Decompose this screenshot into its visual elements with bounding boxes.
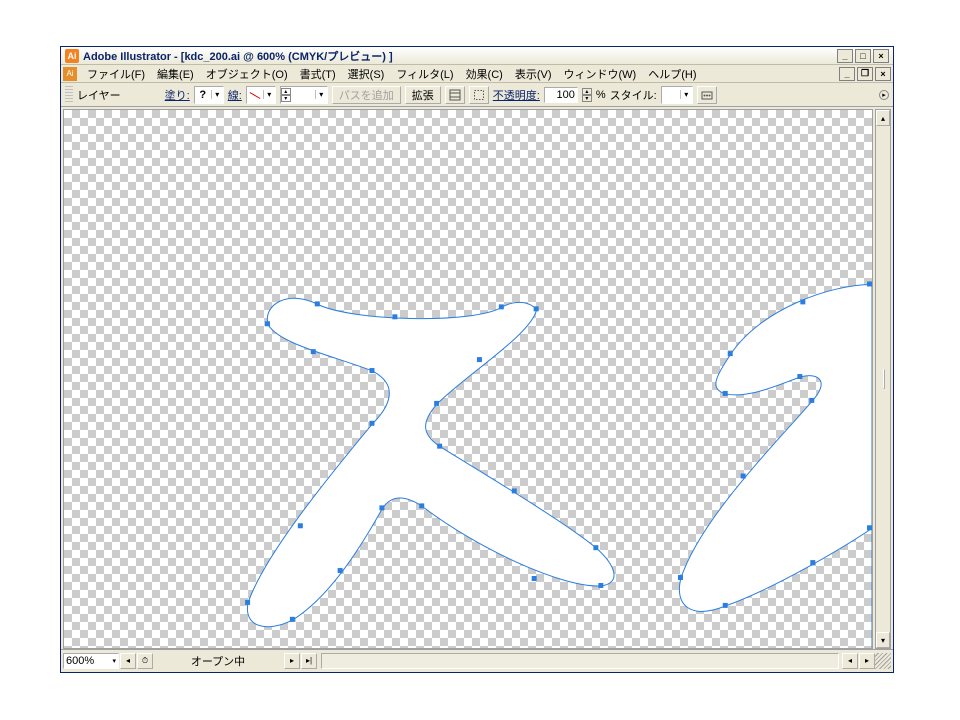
last-artboard-button[interactable]: ▸| bbox=[301, 653, 317, 669]
fill-swatch-icon: ? bbox=[195, 88, 211, 102]
scroll-down-arrow-icon[interactable]: ▾ bbox=[876, 632, 890, 648]
status-bar: 600% ▾ ◂ ⏱ オープン中 ▸ ▸| ◂ ▸ bbox=[61, 649, 893, 671]
envelope-options-button[interactable] bbox=[469, 86, 489, 104]
option-bar-grip[interactable] bbox=[65, 86, 73, 104]
doc-restore-button[interactable]: ❐ bbox=[857, 67, 873, 81]
opacity-input[interactable] bbox=[544, 87, 578, 103]
grid-icon bbox=[449, 89, 461, 101]
canvas[interactable] bbox=[63, 109, 873, 649]
palette-button[interactable] bbox=[697, 86, 717, 104]
doc-minimize-button[interactable]: _ bbox=[839, 67, 855, 81]
title-bar: Ai Adobe Illustrator - [kdc_200.ai @ 600… bbox=[61, 47, 893, 65]
minimize-button[interactable]: _ bbox=[837, 49, 853, 63]
window-title: Adobe Illustrator - [kdc_200.ai @ 600% (… bbox=[83, 48, 837, 64]
expand-button[interactable]: 拡張 bbox=[405, 86, 441, 104]
stroke-weight-spinner[interactable]: ▴▾ bbox=[281, 88, 291, 102]
prev-artboard-button[interactable]: ⏱ bbox=[137, 653, 153, 669]
style-swatch[interactable]: ▾ bbox=[661, 86, 693, 104]
style-swatch-icon bbox=[662, 88, 680, 102]
chevron-down-icon: ▾ bbox=[211, 90, 223, 99]
opacity-unit: % bbox=[596, 89, 606, 101]
menu-type[interactable]: 書式(T) bbox=[294, 66, 342, 82]
stroke-swatch[interactable]: ▾ bbox=[246, 86, 276, 104]
artwork bbox=[64, 110, 872, 648]
chevron-down-icon: ▾ bbox=[263, 90, 275, 99]
maximize-button[interactable]: □ bbox=[855, 49, 871, 63]
opacity-label[interactable]: 不透明度: bbox=[493, 87, 540, 103]
window-controls: _ □ × bbox=[837, 49, 889, 63]
chevron-down-icon: ▾ bbox=[112, 657, 116, 665]
status-text: オープン中 bbox=[153, 653, 283, 669]
menu-help[interactable]: ヘルプ(H) bbox=[642, 66, 702, 82]
layer-label: レイヤー bbox=[77, 87, 121, 103]
menu-bar: Ai ファイル(F) 編集(E) オブジェクト(O) 書式(T) 選択(S) フ… bbox=[61, 65, 893, 83]
app-icon: Ai bbox=[65, 49, 79, 63]
brush-options-button[interactable] bbox=[445, 86, 465, 104]
document-icon: Ai bbox=[63, 67, 77, 81]
fill-swatch[interactable]: ? ▾ bbox=[194, 86, 224, 104]
menu-select[interactable]: 選択(S) bbox=[342, 66, 391, 82]
add-to-path-button[interactable]: パスを追加 bbox=[332, 86, 401, 104]
hscroll-right-arrow-icon[interactable]: ▸ bbox=[859, 653, 875, 669]
opacity-spinner[interactable]: ▴▾ bbox=[582, 88, 592, 102]
stroke-label[interactable]: 線: bbox=[228, 87, 242, 103]
vscroll-thumb[interactable] bbox=[883, 369, 885, 389]
resize-grip-icon[interactable] bbox=[875, 653, 891, 669]
hscroll-left-arrow-icon[interactable]: ◂ bbox=[842, 653, 858, 669]
stroke-weight-field[interactable]: ▴▾ ▾ bbox=[280, 86, 328, 104]
document-window-controls: _ ❐ × bbox=[839, 67, 891, 81]
menu-view[interactable]: 表示(V) bbox=[509, 66, 558, 82]
doc-close-button[interactable]: × bbox=[875, 67, 891, 81]
menu-edit[interactable]: 編集(E) bbox=[151, 66, 200, 82]
app-window: Ai Adobe Illustrator - [kdc_200.ai @ 600… bbox=[60, 46, 894, 673]
first-artboard-button[interactable]: ◂ bbox=[120, 653, 136, 669]
fill-label[interactable]: 塗り: bbox=[165, 87, 190, 103]
menu-file[interactable]: ファイル(F) bbox=[81, 66, 151, 82]
palette-icon bbox=[701, 89, 713, 101]
zoom-value: 600% bbox=[66, 655, 94, 667]
zoom-level-combo[interactable]: 600% ▾ bbox=[63, 653, 119, 669]
chevron-down-icon: ▾ bbox=[680, 90, 692, 99]
style-label: スタイル: bbox=[610, 87, 657, 103]
menu-effect[interactable]: 効果(C) bbox=[460, 66, 509, 82]
option-bar: レイヤー 塗り: ? ▾ 線: ▾ ▴▾ ▾ パスを追加 拡張 不透明度: ▴▾… bbox=[61, 83, 893, 107]
next-artboard-button[interactable]: ▸ bbox=[284, 653, 300, 669]
scroll-up-arrow-icon[interactable]: ▴ bbox=[876, 110, 890, 126]
menu-window[interactable]: ウィンドウ(W) bbox=[558, 66, 643, 82]
bounds-icon bbox=[473, 89, 485, 101]
close-button[interactable]: × bbox=[873, 49, 889, 63]
stroke-none-icon bbox=[247, 88, 263, 102]
menu-filter[interactable]: フィルタ(L) bbox=[390, 66, 459, 82]
chevron-down-icon: ▾ bbox=[315, 90, 327, 99]
document-area: ▴ ▾ bbox=[61, 107, 893, 649]
option-bar-flyout[interactable]: ▸ bbox=[879, 90, 889, 100]
menu-object[interactable]: オブジェクト(O) bbox=[200, 66, 294, 82]
vertical-scrollbar[interactable]: ▴ ▾ bbox=[875, 109, 891, 649]
horizontal-scrollbar[interactable] bbox=[321, 653, 839, 669]
